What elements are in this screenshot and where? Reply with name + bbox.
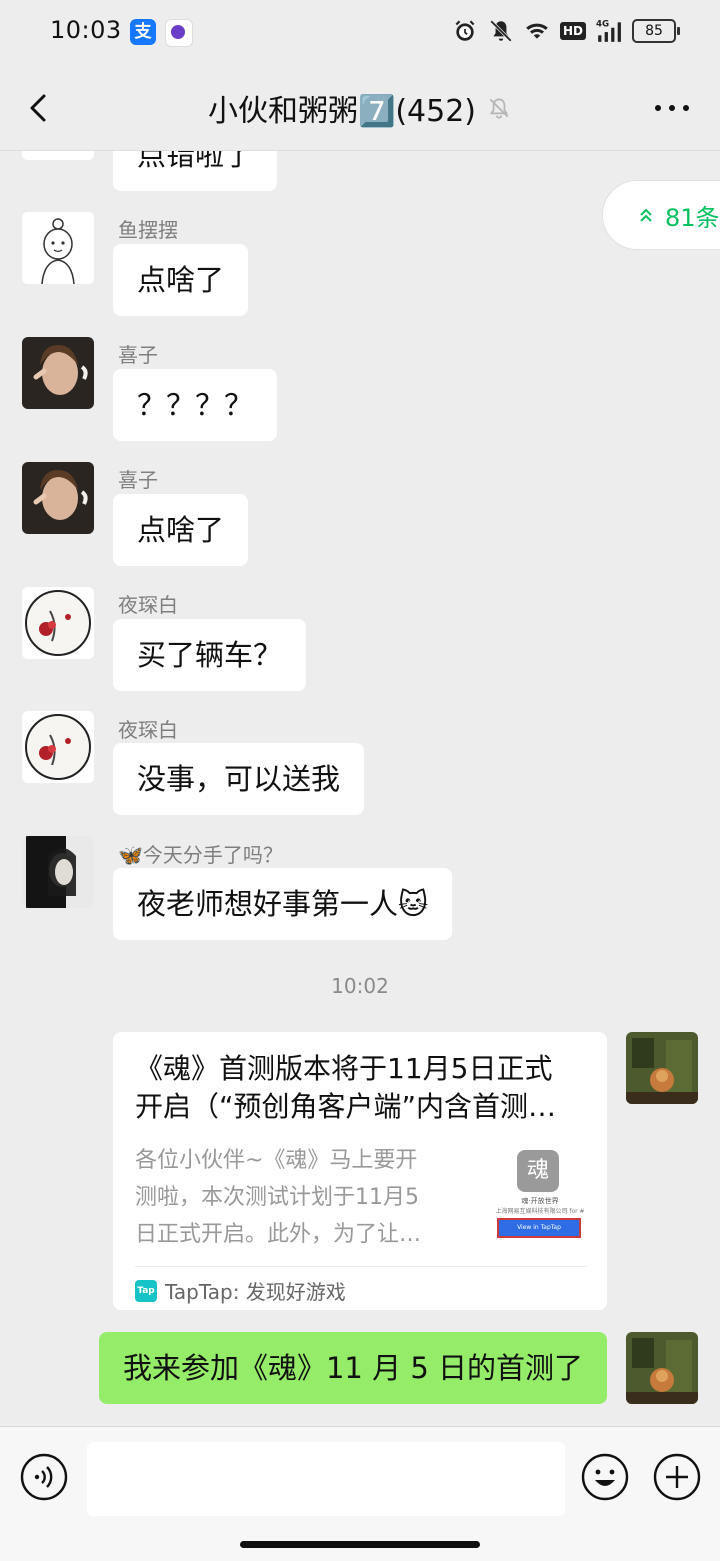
link-card-title-line: 《魂》首测版本将于11月5日正式 [135, 1052, 553, 1085]
chat-header: 小伙和粥粥7️⃣(452) [0, 64, 720, 151]
link-card-description: 各位小伙伴~《魂》马上要开 测啦，本次测试计划于11月5 日正式开启。此外，为了… [135, 1142, 465, 1253]
link-card-desc-line: 日正式开启。此外，为了让… [135, 1222, 422, 1247]
avatar[interactable] [22, 212, 94, 284]
message-bubble[interactable]: 点啥了 [113, 494, 249, 566]
mute-status-icon [490, 20, 512, 42]
unread-jump-button[interactable]: 81条 [602, 180, 720, 250]
more-dots-icon[interactable] [648, 94, 696, 122]
link-card-title: 《魂》首测版本将于11月5日正式 开启（“预创角客户端”内含首测… [135, 1050, 590, 1126]
alarm-icon [455, 20, 475, 41]
title-group: 小伙和粥粥7️⃣(452) [180, 86, 540, 130]
message-bubble[interactable]: 买了辆车？ [113, 619, 307, 691]
avatar[interactable] [22, 150, 94, 160]
link-card-source: Tap TapTap: 发现好游戏 [135, 1276, 346, 1305]
message-bubble[interactable]: 点错啦了 [113, 150, 278, 191]
status-icons: HD 4G 85 [452, 18, 680, 44]
link-card-source-label: TapTap: 发现好游戏 [165, 1280, 346, 1304]
plus-circle-icon[interactable] [653, 1453, 701, 1501]
card-divider [135, 1266, 587, 1267]
thumb-caption: 魂·开放世界 [521, 1197, 559, 1205]
status-time: 10:03 [50, 16, 122, 44]
svg-text:4G: 4G [596, 20, 609, 30]
message-input[interactable] [87, 1442, 565, 1516]
battery-indicator: 85 [632, 19, 680, 43]
thumb-company: 上海网易互娱科技有限公司 for # [495, 1208, 585, 1215]
voice-icon[interactable] [20, 1453, 68, 1501]
cellular-signal-icon: 4G [596, 20, 621, 42]
thumb-button: View in TapTap [497, 1218, 581, 1238]
sender-name: 鱼摆摆 [118, 218, 178, 242]
link-card-thumbnail: 魂 魂·开放世界 上海网易互娱科技有限公司 for # View in TapT… [493, 1142, 587, 1252]
bell-off-icon [489, 98, 509, 119]
unread-count: 81条 [665, 203, 720, 232]
sender-name: 🦋今天分手了吗？ [118, 843, 283, 867]
link-card-desc-line: 各位小伙伴~《魂》马上要开 [135, 1148, 418, 1173]
message-timestamp: 10:02 [331, 974, 389, 998]
my-message-bubble[interactable]: 我来参加《魂》11 月 5 日的首测了 [98, 1332, 607, 1404]
input-bar [0, 1426, 720, 1561]
sender-name: 喜子 [118, 468, 158, 492]
hd-voice-badge: HD [559, 22, 586, 40]
sender-name: 夜琛白 [118, 593, 178, 617]
avatar[interactable] [22, 711, 94, 783]
home-indicator[interactable] [240, 1541, 480, 1548]
message-bubble[interactable]: 没事，可以送我 [113, 743, 365, 815]
link-card[interactable]: 《魂》首测版本将于11月5日正式 开启（“预创角客户端”内含首测… 各位小伙伴~… [113, 1032, 607, 1310]
message-bubble[interactable]: 夜老师想好事第一人🐱 [113, 868, 453, 940]
sender-name: 喜子 [118, 343, 158, 367]
chat-title[interactable]: 小伙和粥粥7️⃣(452) [208, 86, 476, 130]
message-bubble[interactable]: ？？？？ [113, 369, 278, 441]
taptap-logo-icon: Tap [135, 1279, 157, 1302]
sender-name: 夜琛白 [118, 718, 178, 742]
browser-notification-icon [165, 19, 193, 47]
avatar[interactable] [22, 836, 94, 908]
emoji-icon[interactable] [581, 1453, 629, 1501]
wifi-icon [526, 23, 548, 39]
status-bar: 10:03 支 HD 4G 85 [0, 0, 720, 64]
game-logo: 魂 [517, 1150, 559, 1192]
my-avatar[interactable] [626, 1332, 698, 1404]
message-list[interactable]: 81条 点错啦了 鱼摆摆 点啥了 喜子 ？？？？ 喜子 点啥了 夜琛白 买了辆车… [0, 150, 720, 1426]
link-card-title-line: 开启（“预创角客户端”内含首测… [135, 1090, 557, 1123]
avatar[interactable] [22, 587, 94, 659]
alipay-notification-icon: 支 [130, 19, 156, 45]
link-card-desc-line: 测啦，本次测试计划于11月5 [135, 1185, 419, 1210]
avatar[interactable] [22, 462, 94, 534]
message-bubble[interactable]: 点啥了 [113, 244, 249, 316]
back-chevron-icon[interactable] [20, 88, 60, 128]
avatar[interactable] [22, 337, 94, 409]
my-avatar[interactable] [626, 1032, 698, 1104]
double-chevron-up-icon [640, 208, 652, 222]
